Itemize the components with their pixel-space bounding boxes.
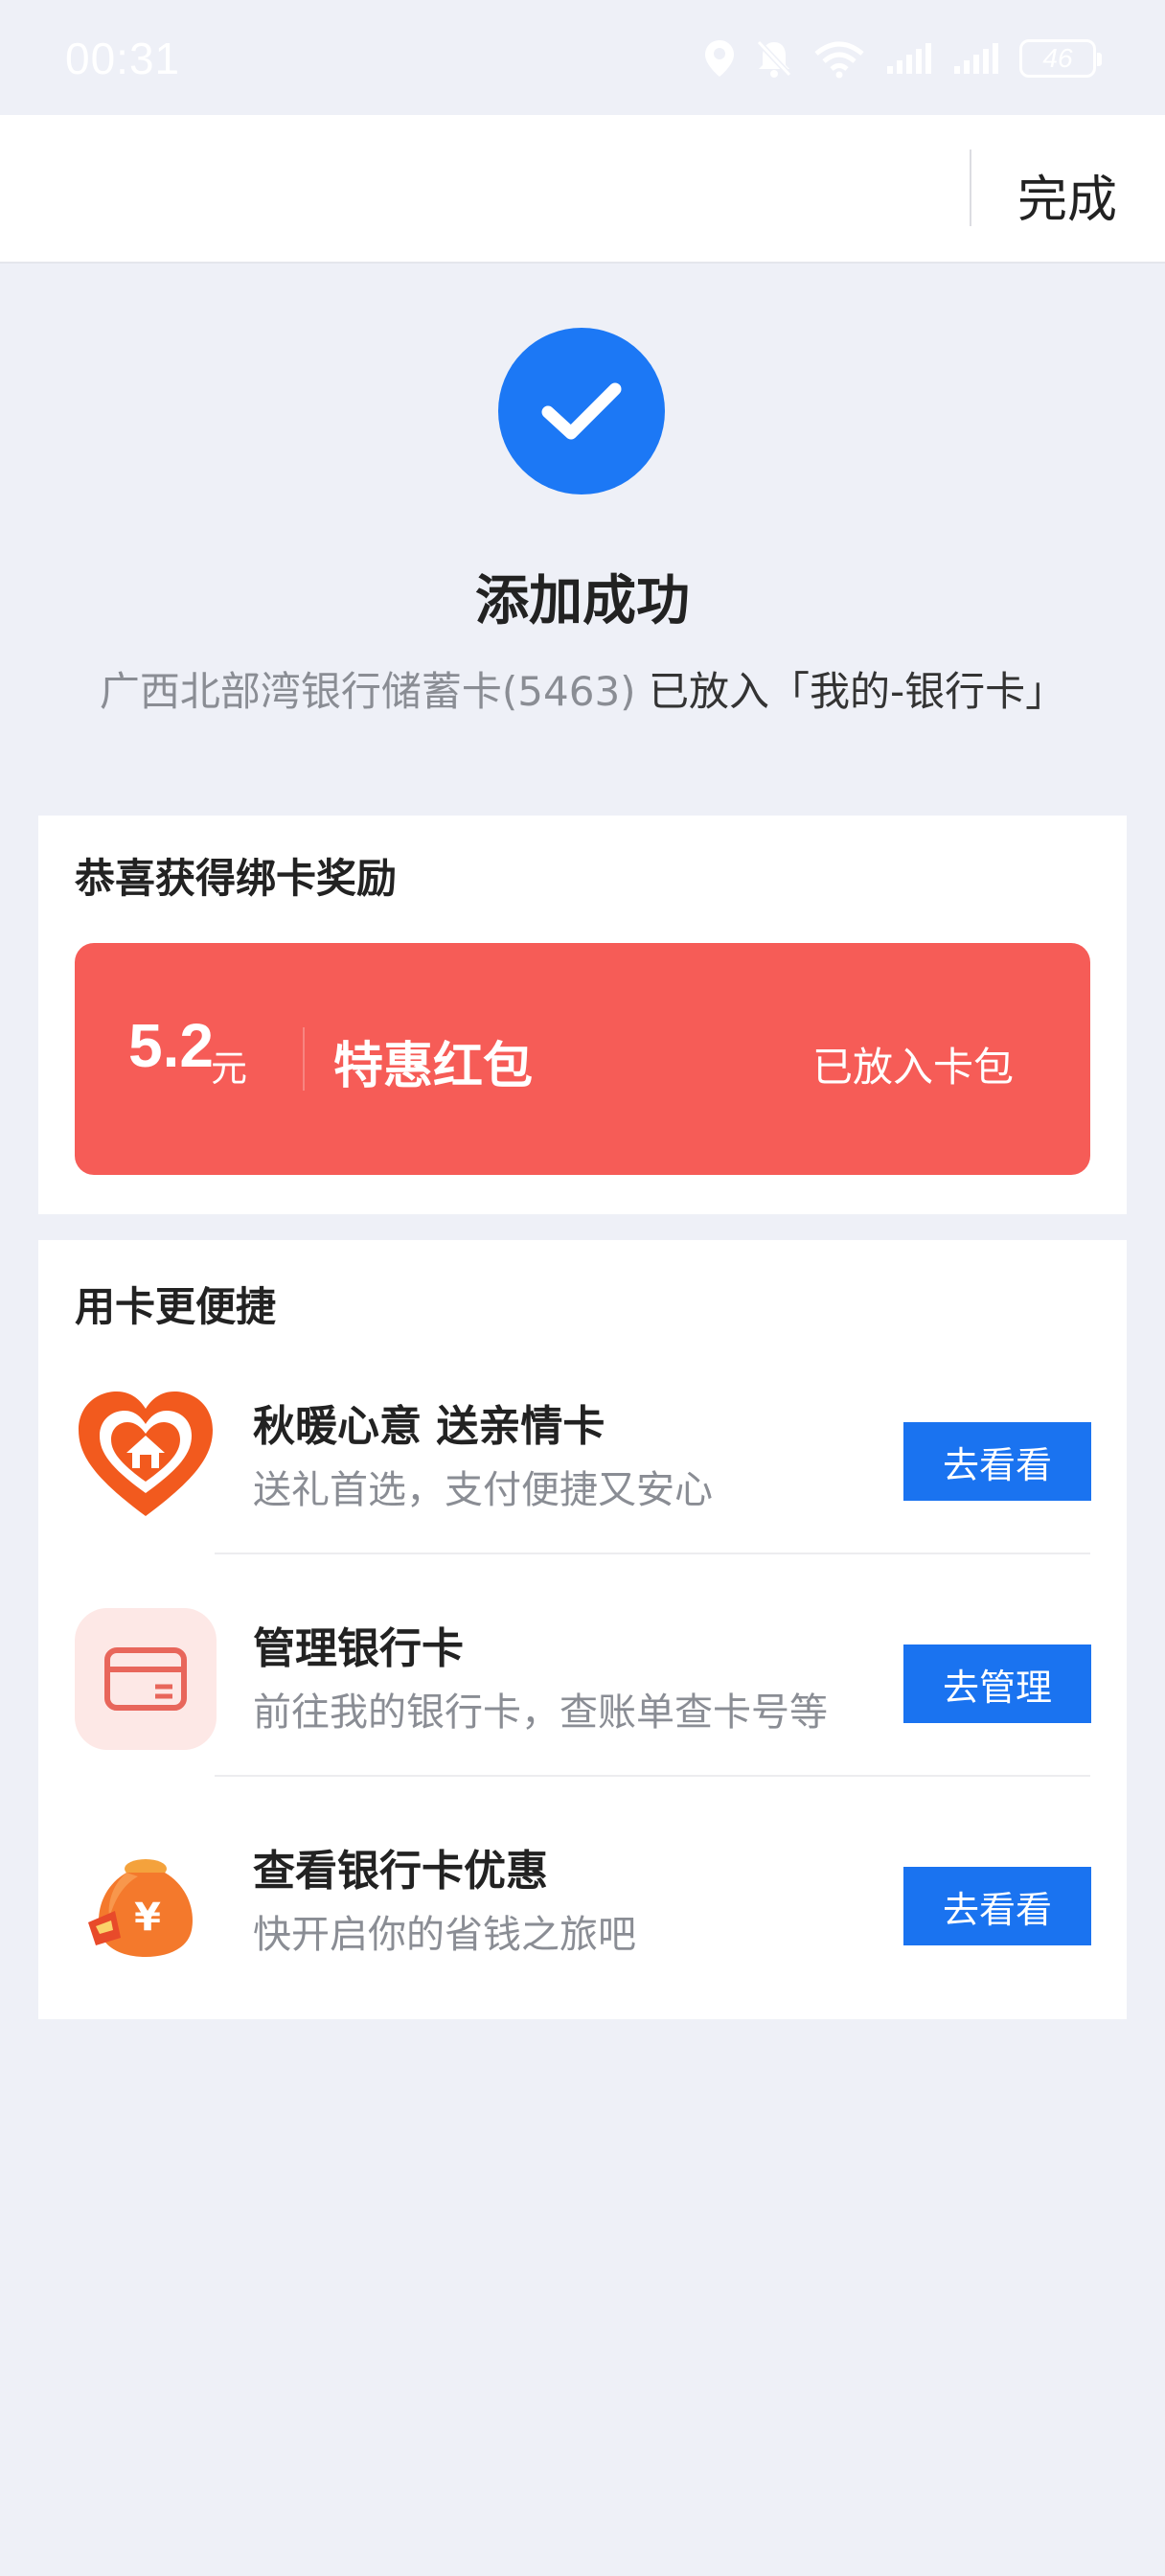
svg-text:¥: ¥ [134,1896,161,1940]
bank-card-name: 广西北部湾银行储蓄卡(5463) [99,668,636,715]
coupon-divider [303,1027,305,1091]
row-subtitle: 快开启你的省钱之旅吧 [253,1913,636,1957]
list-item[interactable]: ¥ 查看银行卡优惠 快开启你的省钱之旅吧 去看看 [38,1779,1127,1999]
nav-bar: 完成 [0,115,1165,264]
nav-divider [970,150,971,226]
coupon-amount: 5.2 [128,1011,214,1080]
heart-house-icon [75,1386,217,1528]
status-icons: 46 [703,34,1102,82]
success-title: 添加成功 [475,570,690,632]
row-subtitle: 送礼首选，支付便捷又安心 [253,1468,713,1512]
view-offers-button[interactable]: 去看看 [903,1867,1091,1945]
success-description: 广西北部湾银行储蓄卡(5463) 已放入「我的-银行卡」 [0,659,1165,718]
signal-1-icon [887,43,931,74]
location-icon [705,40,734,77]
shortcuts-title: 用卡更便捷 [75,1283,277,1330]
coupon-status: 已放入卡包 [811,1044,1014,1091]
success-check-icon [498,328,665,494]
row-title: 秋暖心意 送亲情卡 [253,1402,605,1451]
mute-bell-icon [756,39,792,78]
status-time: 00:31 [65,34,181,83]
placed-location: 已放入「我的-银行卡」 [648,668,1066,715]
coupon-name: 特惠红包 [333,1038,534,1095]
wifi-icon [814,41,864,79]
reward-card: 恭喜获得绑卡奖励 5.2 元 特惠红包 已放入卡包 [38,816,1127,1214]
money-bag-icon: ¥ [75,1830,217,1972]
done-button[interactable]: 完成 [1017,159,1117,231]
view-family-card-button[interactable]: 去看看 [903,1422,1091,1501]
shortcuts-card: 用卡更便捷 秋暖心意 送亲情卡 送礼首选，支付便捷又安心 去看看 管理银行卡 前… [38,1240,1127,2019]
signal-2-icon [954,43,998,74]
reward-title: 恭喜获得绑卡奖励 [75,855,398,902]
list-item[interactable]: 管理银行卡 前往我的银行卡，查账单查卡号等 去管理 [38,1556,1127,1777]
row-divider [215,1775,1090,1777]
bank-card-icon [75,1608,217,1750]
battery-icon: 46 [1019,39,1102,78]
list-item[interactable]: 秋暖心意 送亲情卡 送礼首选，支付便捷又安心 去看看 [38,1334,1127,1554]
row-subtitle: 前往我的银行卡，查账单查卡号等 [253,1690,828,1735]
status-bar: 00:31 46 [0,0,1165,115]
red-packet-coupon[interactable]: 5.2 元 特惠红包 已放入卡包 [75,943,1090,1175]
coupon-unit: 元 [211,1047,248,1090]
manage-card-button[interactable]: 去管理 [903,1644,1091,1723]
row-divider [215,1552,1090,1554]
row-title: 管理银行卡 [253,1624,464,1673]
battery-level: 46 [1042,43,1073,73]
row-title: 查看银行卡优惠 [253,1847,548,1896]
